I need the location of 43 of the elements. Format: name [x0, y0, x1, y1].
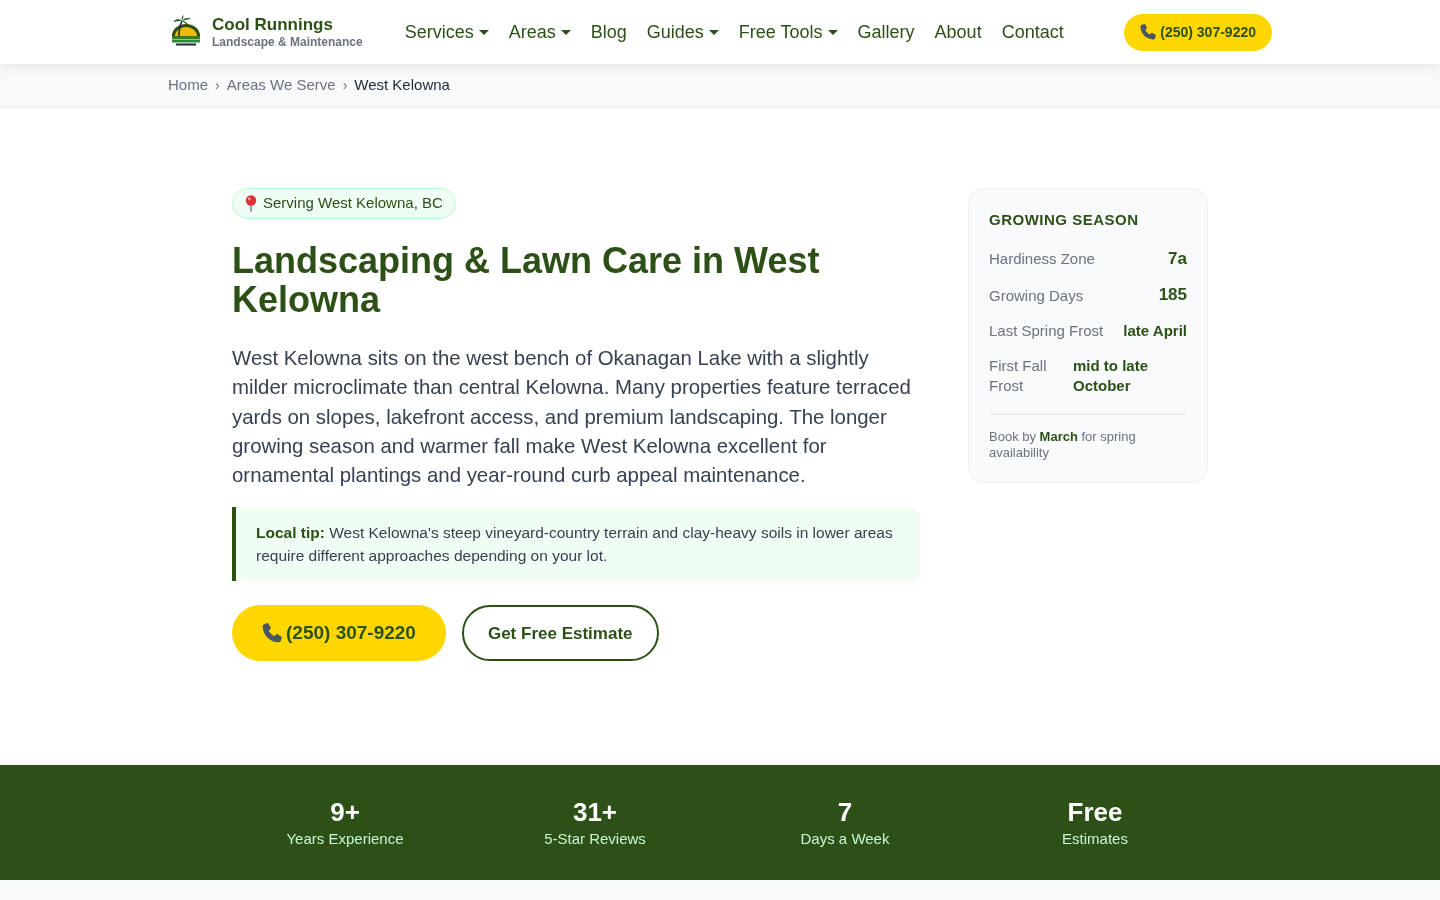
pin-icon: [245, 194, 257, 212]
stat-label: Days a Week: [799, 828, 891, 849]
stat-label: Years Experience: [285, 828, 405, 849]
local-tip: Local tip: West Kelowna's steep vineyard-country terrain and clay-heavy soils in lower areas require different approaches depending on your lot.: [232, 506, 920, 582]
nav-link[interactable]: Services: [404, 18, 489, 46]
season-label: Growing Days: [989, 285, 1084, 306]
call-button[interactable]: (250) 307-9220: [232, 605, 446, 662]
nav-link[interactable]: Areas: [508, 18, 571, 46]
season-label: Last Spring Frost: [989, 321, 1104, 342]
season-value: late April: [1123, 321, 1187, 342]
breadcrumb-link[interactable]: Home: [168, 74, 208, 97]
nav-link[interactable]: About: [934, 18, 982, 46]
season-label: Hardiness Zone: [989, 248, 1095, 269]
stat-label: Estimates: [1061, 828, 1129, 849]
stat-value: 9+: [329, 797, 361, 829]
nav-link[interactable]: Gallery: [857, 18, 915, 46]
phone-icon: [262, 623, 282, 644]
season-value: 185: [1158, 284, 1187, 307]
stat-value: Free: [1066, 797, 1124, 829]
page-heading: Landscaping & Lawn Care in West Kelowna: [232, 240, 821, 320]
season-value: 7a: [1168, 247, 1187, 270]
stat-value: 7: [836, 797, 854, 829]
location-text: Serving West Kelowna, BC: [263, 193, 443, 213]
breadcrumb-separator: ›: [215, 76, 220, 95]
brand-name[interactable]: Cool Runnings: [212, 14, 363, 35]
booking-note: Book by March for spring availability: [989, 429, 1137, 462]
breadcrumb-separator: ›: [342, 76, 348, 95]
nav-link[interactable]: Free Tools: [738, 18, 838, 46]
nav-link[interactable]: Contact: [1001, 18, 1064, 46]
estimate-button[interactable]: Get Free Estimate: [461, 605, 659, 662]
breadcrumb-current: West Kelowna: [354, 75, 450, 96]
phone-button[interactable]: (250) 307-9220: [1124, 13, 1272, 51]
phone-icon: [1140, 24, 1157, 40]
stat-value: 31+: [571, 797, 619, 829]
season-value: mid to late October: [1072, 355, 1149, 396]
card-title: GROWING SEASON: [989, 210, 1140, 230]
brand-tagline: Landscape & Maintenance: [212, 35, 363, 50]
stat-label: 5-Star Reviews: [543, 828, 647, 849]
nav-link[interactable]: Blog: [590, 18, 627, 46]
breadcrumb-link[interactable]: Areas We Serve: [226, 74, 336, 97]
season-label: First Fall Frost: [989, 355, 1048, 396]
intro-paragraph: West Kelowna sits on the west bench of Okanagan Lake with a slightly milder microclimate than central Kelowna. Many properties feature terraced yards on slopes, lakefront access, and premium landscaping. The longer growing season and warmer fall make West Kelowna excellent for ornamental plantings and year-round curb appeal maintenance.: [232, 345, 912, 489]
nav-link[interactable]: Guides: [646, 18, 719, 46]
